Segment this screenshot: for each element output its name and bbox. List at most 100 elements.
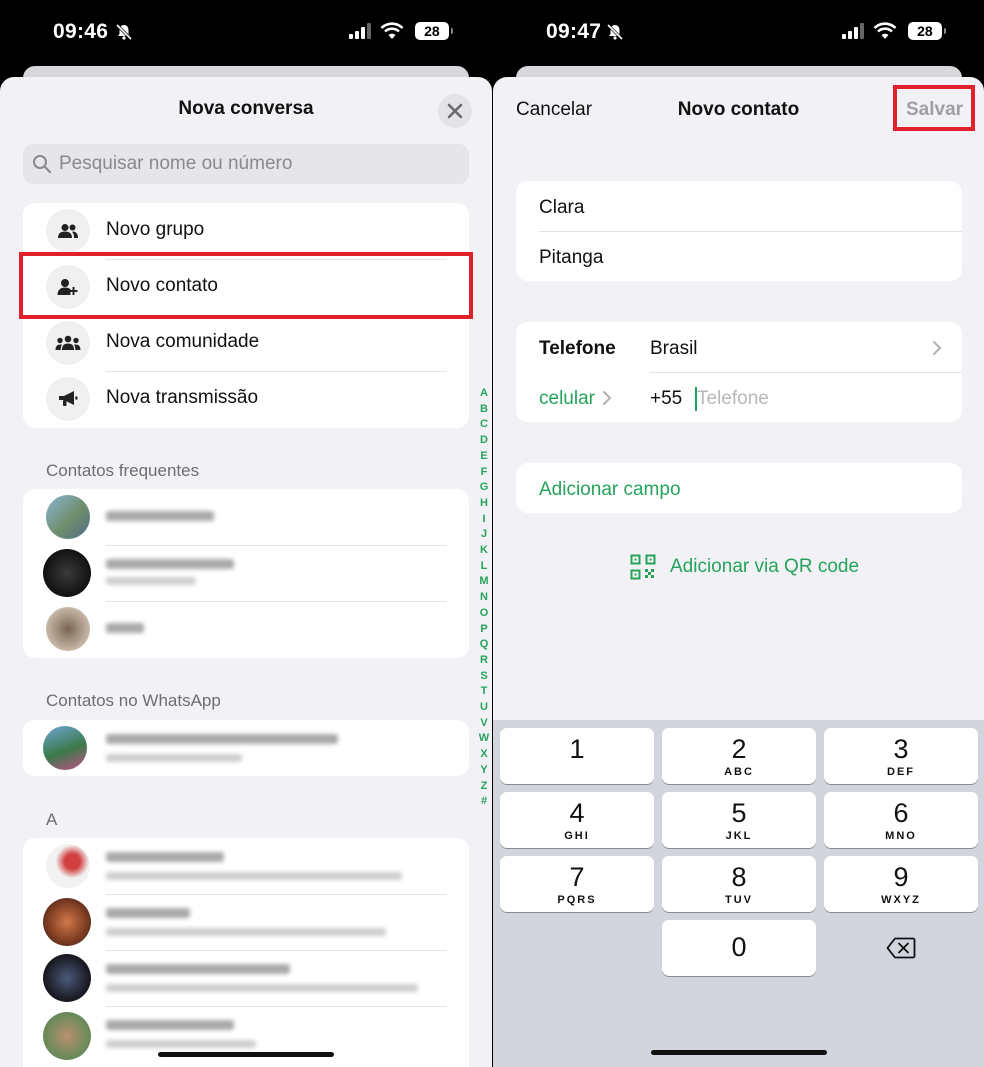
alphabet-letter[interactable]: H (477, 496, 491, 512)
status-bar: 09:47 28 (493, 0, 984, 66)
redacted-status (106, 1040, 256, 1048)
redacted-status (106, 928, 386, 936)
key-letters: TUV (725, 894, 753, 906)
alphabet-letter[interactable]: F (477, 465, 491, 481)
wifi-icon (874, 22, 897, 39)
redacted-name (106, 964, 290, 974)
contact-row[interactable] (23, 838, 469, 894)
status-icons: 28 (841, 22, 946, 42)
alphabet-letter[interactable]: U (477, 700, 491, 716)
key-letters: PQRS (557, 894, 597, 906)
alphabet-letter[interactable]: I (477, 512, 491, 528)
alphabet-letter[interactable]: B (477, 402, 491, 418)
battery-indicator: 28 (907, 22, 946, 40)
add-field-card: Adicionar campo (516, 463, 962, 513)
backspace-key[interactable] (824, 920, 978, 976)
battery-indicator: 28 (414, 22, 453, 40)
menu-item-new-group[interactable]: Novo grupo (23, 203, 469, 259)
chevron-right-icon (603, 391, 611, 405)
menu-item-new-broadcast[interactable]: Nova transmissão (23, 371, 469, 427)
backspace-icon (886, 937, 916, 959)
key-3[interactable]: 3 DEF (824, 728, 978, 784)
key-digit: 1 (569, 734, 585, 764)
name-card: Clara Pitanga (516, 181, 962, 281)
alphabet-letter[interactable]: P (477, 622, 491, 638)
contact-row[interactable] (23, 720, 469, 776)
key-letters: ABC (724, 766, 754, 778)
group-icon (46, 209, 90, 253)
contact-row[interactable] (23, 545, 469, 601)
menu-item-new-community[interactable]: Nova comunidade (23, 315, 469, 371)
numeric-keypad: 1 2 ABC 3 DEF 4 GHI 5 JKL 6 MNO 7 PQRS 8 (493, 720, 984, 1067)
left-screenshot: 09:46 28 Nova conversa Pesquisar nome ou… (0, 0, 492, 1067)
cancel-button[interactable]: Cancelar (516, 99, 592, 121)
key-4[interactable]: 4 GHI (500, 792, 654, 848)
key-letters: WXYZ (881, 894, 921, 906)
key-digit: 8 (731, 862, 747, 892)
alphabet-letter[interactable]: G (477, 480, 491, 496)
divider (650, 372, 962, 373)
phone-input[interactable]: Telefone (697, 388, 769, 410)
country-selector[interactable]: Brasil (650, 338, 698, 360)
alphabet-letter[interactable]: T (477, 684, 491, 700)
home-indicator[interactable] (158, 1052, 334, 1057)
community-icon (46, 321, 90, 365)
search-icon (33, 155, 52, 174)
key-digit: 9 (893, 862, 909, 892)
contact-row[interactable] (23, 601, 469, 657)
avatar (43, 1012, 91, 1060)
contact-row[interactable] (23, 950, 469, 1006)
alphabet-letter[interactable]: Q (477, 637, 491, 653)
key-0[interactable]: 0 (662, 920, 816, 976)
alphabet-letter[interactable]: K (477, 543, 491, 559)
status-icons: 28 (348, 22, 453, 42)
key-1[interactable]: 1 (500, 728, 654, 784)
alphabet-letter[interactable]: N (477, 590, 491, 606)
key-6[interactable]: 6 MNO (824, 792, 978, 848)
alphabet-letter[interactable]: D (477, 433, 491, 449)
key-9[interactable]: 9 WXYZ (824, 856, 978, 912)
key-5[interactable]: 5 JKL (662, 792, 816, 848)
alphabet-letter[interactable]: J (477, 527, 491, 543)
key-7[interactable]: 7 PQRS (500, 856, 654, 912)
key-2[interactable]: 2 ABC (662, 728, 816, 784)
first-name-field[interactable]: Clara (539, 197, 584, 219)
avatar (43, 549, 91, 597)
megaphone-icon (46, 377, 90, 421)
key-8[interactable]: 8 TUV (662, 856, 816, 912)
section-header-letter: A (46, 810, 58, 829)
avatar (46, 495, 90, 539)
alphabet-letter[interactable]: R (477, 653, 491, 669)
alphabet-letter[interactable]: A (477, 386, 491, 402)
contact-row[interactable] (23, 894, 469, 950)
search-input[interactable]: Pesquisar nome ou número (23, 144, 469, 184)
alphabet-letter[interactable]: L (477, 559, 491, 575)
alphabet-letter[interactable]: W (477, 731, 491, 747)
redacted-status (106, 872, 402, 880)
phone-type-selector[interactable]: celular (539, 388, 595, 410)
contact-row[interactable] (23, 489, 469, 545)
home-indicator[interactable] (651, 1050, 827, 1055)
alphabet-index[interactable]: A B C D E F G H I J K L M N O P Q R S T U V W X Y Z # (477, 386, 491, 810)
close-button[interactable] (438, 94, 472, 128)
avatar (43, 726, 87, 770)
cellular-signal-icon (349, 23, 371, 39)
alphabet-letter[interactable]: Z (477, 779, 491, 795)
redacted-status (106, 754, 242, 762)
add-field-button[interactable]: Adicionar campo (539, 479, 681, 501)
alphabet-letter[interactable]: # (477, 794, 491, 810)
alphabet-letter[interactable]: S (477, 669, 491, 685)
alphabet-letter[interactable]: E (477, 449, 491, 465)
key-digit: 0 (731, 932, 747, 962)
alphabet-letter[interactable]: O (477, 606, 491, 622)
alphabet-letter[interactable]: Y (477, 763, 491, 779)
alphabet-letter[interactable]: M (477, 574, 491, 590)
alphabet-letter[interactable]: C (477, 417, 491, 433)
chevron-right-icon (933, 341, 941, 355)
avatar (43, 954, 91, 1002)
redacted-name (106, 623, 144, 633)
key-letters: MNO (885, 830, 917, 842)
alphabet-letter[interactable]: X (477, 747, 491, 763)
last-name-field[interactable]: Pitanga (539, 247, 603, 269)
alphabet-letter[interactable]: V (477, 716, 491, 732)
